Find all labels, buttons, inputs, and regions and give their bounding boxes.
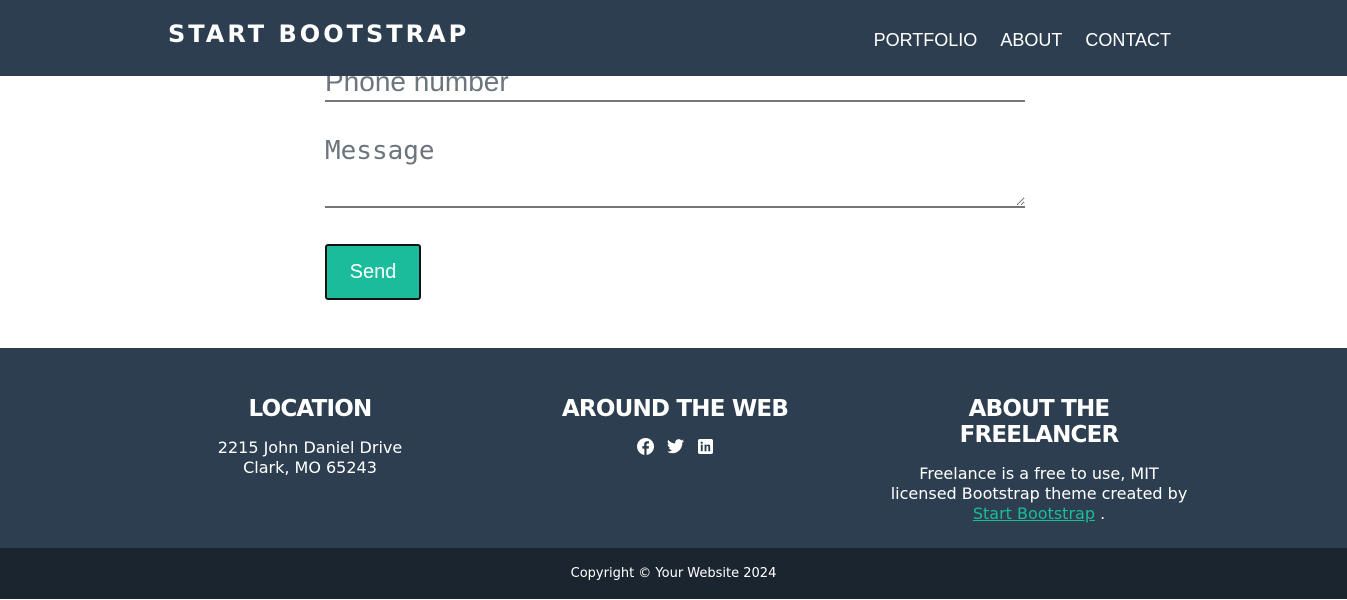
footer-social: AROUND THE WEB [535,396,815,455]
nav-link-contact[interactable]: CONTACT [1085,30,1171,51]
brand-logo[interactable]: START BOOTSTRAP [168,20,469,48]
twitter-icon[interactable] [666,438,684,455]
copyright-text: Copyright © Your Website 2024 [570,566,777,581]
copyright-bar: Copyright © Your Website 2024 [0,548,1347,599]
start-bootstrap-link[interactable]: Start Bootstrap [973,504,1095,523]
about-text-end: . [1094,504,1106,523]
footer: LOCATION 2215 John Daniel Drive Clark, M… [0,348,1347,548]
social-links [535,438,815,455]
nav-links: PORTFOLIO ABOUT CONTACT [874,30,1171,51]
navbar: START BOOTSTRAP PORTFOLIO ABOUT CONTACT [0,0,1347,76]
address-line-2: Clark, MO 65243 [243,458,377,477]
facebook-icon[interactable] [636,438,654,455]
nav-link-portfolio[interactable]: PORTFOLIO [874,30,978,51]
footer-about: ABOUT THE FREELANCER Freelance is a free… [890,396,1188,524]
social-heading: AROUND THE WEB [561,396,789,422]
about-heading: ABOUT THE FREELANCER [959,396,1120,448]
footer-location: LOCATION 2215 John Daniel Drive Clark, M… [170,396,450,478]
send-button[interactable]: Send [325,244,421,300]
location-address: 2215 John Daniel Drive Clark, MO 65243 [170,438,450,478]
nav-link-about[interactable]: ABOUT [1000,30,1062,51]
address-line-1: 2215 John Daniel Drive [217,438,403,457]
location-heading: LOCATION [248,396,373,422]
about-text-body: Freelance is a free to use, MIT licensed… [890,464,1188,503]
about-text: Freelance is a free to use, MIT licensed… [890,464,1188,524]
message-field[interactable] [325,132,1025,208]
linkedin-icon[interactable] [697,438,714,455]
